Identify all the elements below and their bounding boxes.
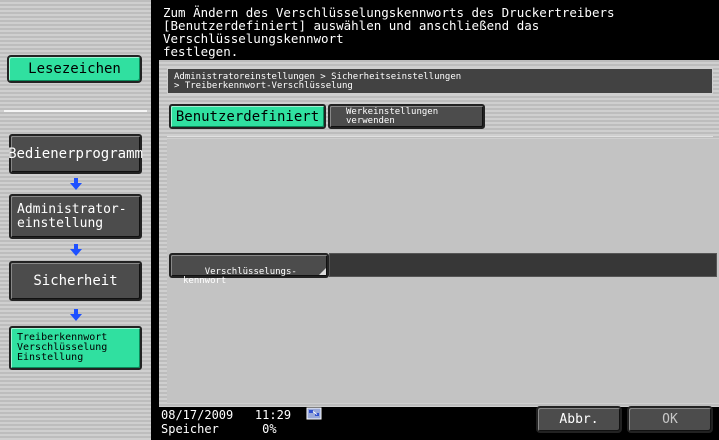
factory-settings-button[interactable]: Werkeinstellungen verwenden	[328, 104, 485, 129]
nav-step-label: Treiberkennwort Verschlüsselung Einstell…	[17, 332, 108, 363]
sidebar: Lesezeichen Bedienerprogramm Administrat…	[0, 0, 151, 440]
network-icon	[306, 407, 322, 422]
arrow-down-icon	[68, 308, 84, 322]
nav-step-label: Bedienerprogramm	[8, 146, 143, 162]
cancel-button[interactable]: Abbr.	[536, 406, 622, 433]
arrow-down-icon	[68, 243, 84, 257]
cancel-label: Abbr.	[559, 412, 599, 427]
settings-panel: Administratoreinstellungen > Sicherheits…	[159, 60, 719, 407]
nav-step-bedienerprogramm[interactable]: Bedienerprogramm	[8, 134, 143, 174]
nav-step-label: Administrator- einstellung	[17, 201, 127, 231]
nav-step-label: Sicherheit	[33, 273, 118, 289]
sidebar-gap	[151, 0, 159, 440]
date-time: 08/17/2009 11:29	[161, 408, 292, 422]
corner-marker	[319, 268, 326, 275]
user-defined-label: Benutzerdefiniert	[175, 108, 320, 125]
ok-label: OK	[662, 412, 678, 427]
sidebar-divider	[4, 110, 147, 112]
bookmark-button[interactable]: Lesezeichen	[7, 55, 142, 83]
panel-divider	[167, 136, 713, 137]
nav-step-administrator[interactable]: Administrator- einstellung	[9, 194, 142, 239]
bookmark-label: Lesezeichen	[28, 61, 121, 77]
password-field[interactable]	[329, 253, 717, 277]
user-defined-button[interactable]: Benutzerdefiniert	[169, 104, 326, 129]
ok-button[interactable]: OK	[627, 406, 713, 433]
instruction-message: Zum Ändern des Verschlüsselungskennworts…	[163, 5, 615, 59]
factory-settings-label: Werkeinstellungen verwenden	[346, 106, 439, 126]
nav-step-sicherheit[interactable]: Sicherheit	[9, 261, 142, 301]
breadcrumb: Administratoreinstellungen > Sicherheits…	[167, 68, 713, 94]
nav-step-treiberkennwort[interactable]: Treiberkennwort Verschlüsselung Einstell…	[9, 326, 142, 370]
arrow-down-icon	[68, 177, 84, 191]
password-button[interactable]: Verschlüsselungs- kennwort	[169, 253, 329, 286]
memory-status: Speicher 0%	[161, 422, 277, 436]
